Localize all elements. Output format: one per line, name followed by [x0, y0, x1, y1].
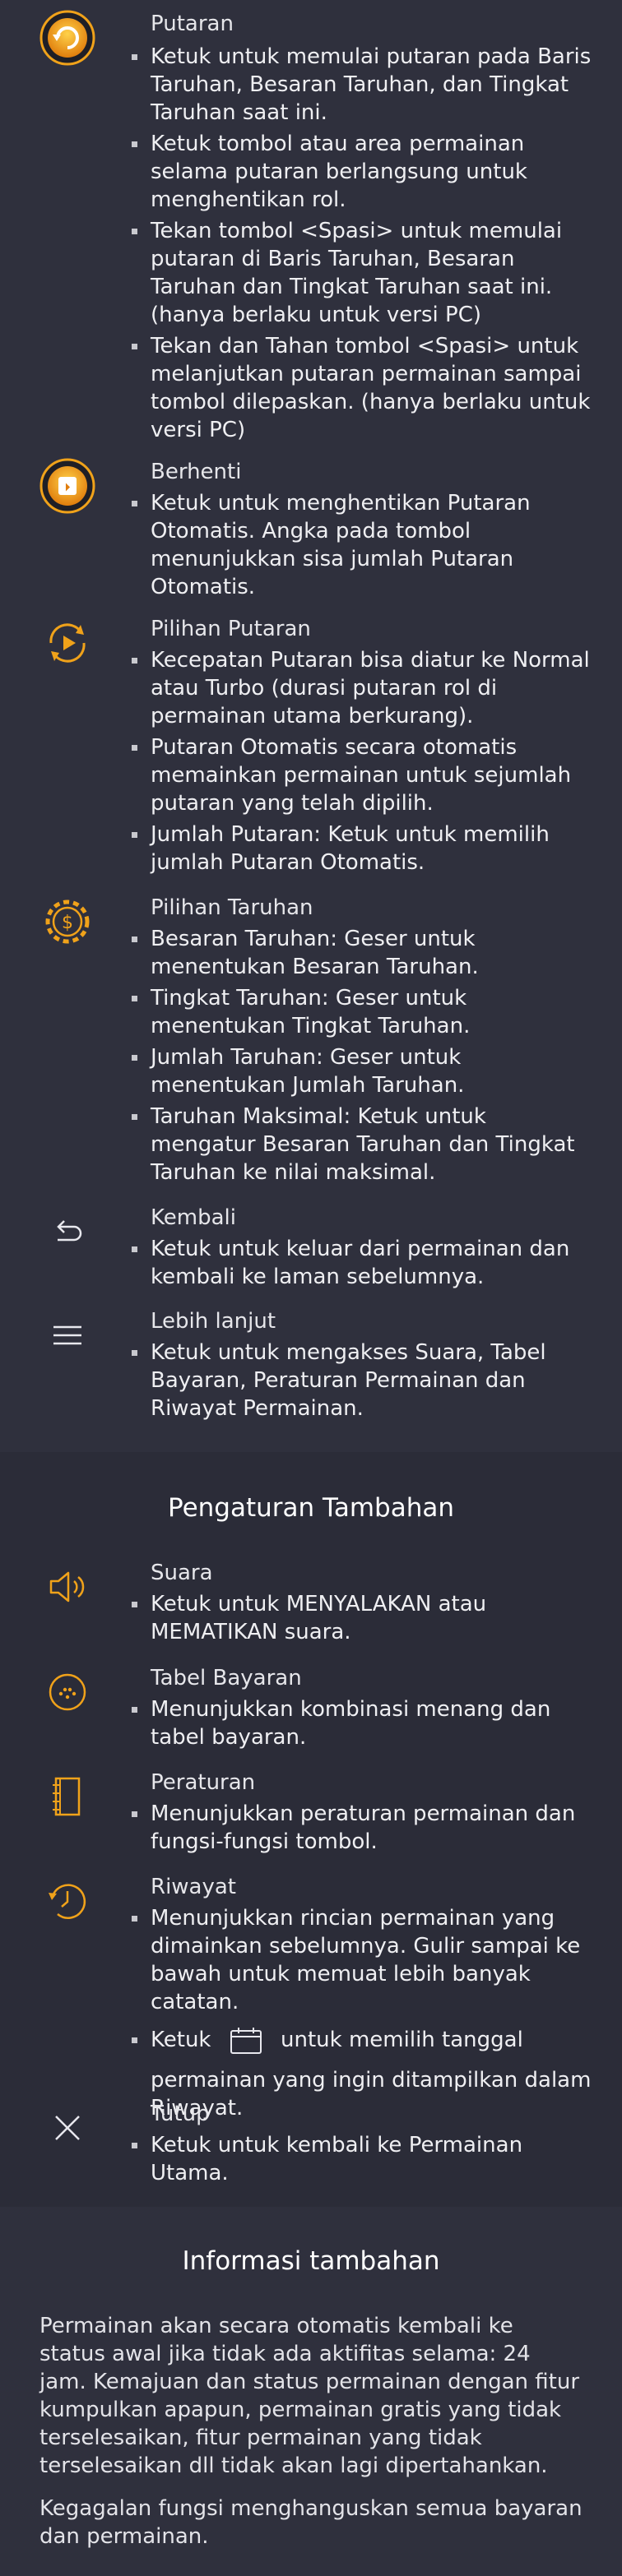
list-item: Jumlah Taruhan: Geser untuk menentukan J… [132, 1043, 595, 1099]
calendar-rest: permainan yang ingin ditampilkan dalam R… [151, 2067, 592, 2120]
info-paragraph: Kegagalan fungsi menghanguskan semua bay… [39, 2496, 583, 2549]
svg-text:⏵: ⏵ [65, 481, 71, 494]
list-item: Putaran Otomatis secara otomatis memaink… [132, 733, 595, 817]
spin-title: Putaran [151, 12, 234, 36]
paytable-title: Tabel Bayaran [151, 1666, 302, 1690]
list-item: Ketuk untuk memulai putaran pada Baris T… [132, 43, 595, 127]
stop-button-icon: ⏵ [39, 458, 95, 514]
hamburger-menu-icon [39, 1307, 95, 1363]
list-item: Ketuk untuk memilih tanggal permainan ya… [132, 2026, 595, 2122]
list-item: Kecepatan Putaran bisa diatur ke Normal … [132, 646, 595, 730]
rules-book-icon [39, 1769, 95, 1824]
sound-title: Suara [151, 1561, 213, 1585]
list-item: Tingkat Taruhan: Geser untuk menentukan … [132, 984, 595, 1040]
calendar-suffix: untuk memilih tanggal [281, 2028, 523, 2052]
back-title: Kembali [151, 1205, 236, 1230]
back-arrow-icon [39, 1204, 95, 1260]
bet-options-title: Pilihan Taruhan [151, 895, 313, 920]
paytable-icon [39, 1664, 95, 1720]
list-item: Ketuk untuk MENYALAKAN atau MEMATIKAN su… [132, 1590, 595, 1646]
list-item: Ketuk untuk kembali ke Permainan Utama. [132, 2131, 595, 2187]
list-item: Besaran Taruhan: Geser untuk menentukan … [132, 925, 595, 981]
list-item: Menunjukkan rincian permainan yang dimai… [132, 1904, 595, 2016]
list-item: Tekan tombol <Spasi> untuk memulai putar… [132, 217, 595, 329]
list-item: Taruhan Maksimal: Ketuk untuk mengatur B… [132, 1103, 595, 1186]
speaker-icon [39, 1559, 95, 1615]
info-paragraph: Permainan akan secara otomatis kembali k… [39, 2314, 580, 2478]
list-item: Ketuk untuk keluar dari permainan dan ke… [132, 1235, 595, 1291]
extra-info-heading: Informasi tambahan [182, 2246, 440, 2276]
svg-text:$: $ [62, 913, 73, 933]
close-title: Tutup [151, 2102, 210, 2126]
controls-section: Putaran Ketuk untuk memulai putaran pada… [0, 0, 622, 1452]
list-item: Tekan dan Tahan tombol <Spasi> untuk mel… [132, 332, 595, 444]
history-title: Riwayat [151, 1875, 236, 1899]
history-clock-icon [39, 1873, 95, 1929]
spin-options-title: Pilihan Putaran [151, 617, 311, 641]
bet-options-icon: $ [39, 894, 95, 950]
spin-options-icon [39, 615, 95, 671]
extra-info-section: Informasi tambahan Permainan akan secara… [0, 2207, 622, 2576]
list-item: Menunjukkan kombinasi menang dan tabel b… [132, 1695, 595, 1751]
calendar-icon [230, 2027, 262, 2055]
close-icon [39, 2100, 95, 2156]
stop-title: Berhenti [151, 460, 242, 484]
list-item: Ketuk untuk menghentikan Putaran Otomati… [132, 489, 595, 601]
more-title: Lebih lanjut [151, 1309, 276, 1334]
calendar-prefix: Ketuk [151, 2028, 211, 2052]
rules-title: Peraturan [151, 1770, 256, 1795]
spin-button-icon [39, 10, 95, 66]
list-item: Ketuk tombol atau area permainan selama … [132, 130, 595, 214]
list-item: Menunjukkan peraturan permainan dan fung… [132, 1800, 595, 1856]
list-item: Ketuk untuk mengakses Suara, Tabel Bayar… [132, 1339, 595, 1422]
list-item: Jumlah Putaran: Ketuk untuk memilih juml… [132, 821, 595, 876]
extra-settings-section: Pengaturan Tambahan Suara Ketuk untuk ME… [0, 1452, 622, 2207]
extra-settings-heading: Pengaturan Tambahan [168, 1493, 454, 1523]
